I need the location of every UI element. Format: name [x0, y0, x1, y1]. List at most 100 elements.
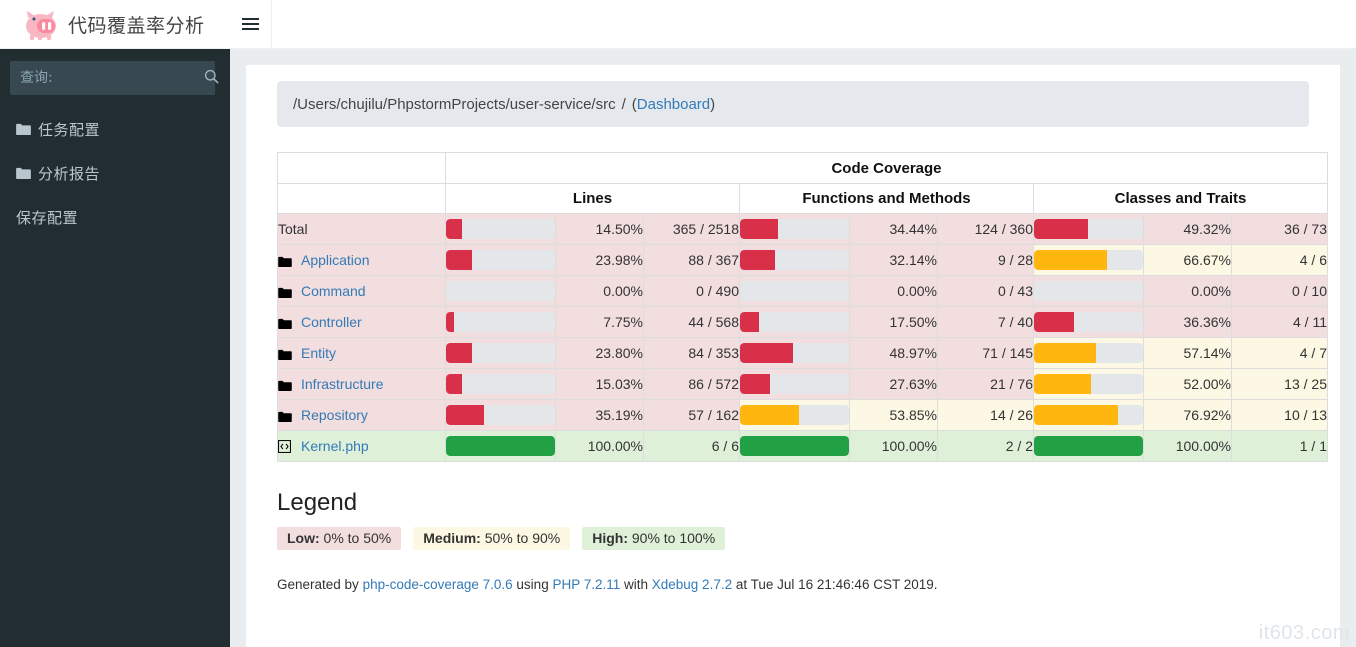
- folder-icon: [278, 287, 294, 298]
- pig-logo-icon: [24, 7, 62, 41]
- row-name-link[interactable]: Entity: [301, 345, 336, 361]
- lines-progress-fill: [446, 312, 455, 332]
- functions-fraction-cell: 124 / 360: [937, 213, 1034, 245]
- folder-icon: [16, 123, 38, 135]
- classes-fraction-cell: 4 / 11: [1231, 306, 1328, 338]
- php-version-link[interactable]: PHP 7.2.11: [552, 577, 620, 592]
- row-name-link[interactable]: Repository: [301, 407, 368, 423]
- functions-percent-cell: 0.00%: [849, 275, 938, 307]
- functions-bar-cell: [739, 306, 850, 338]
- search-input[interactable]: [10, 70, 204, 86]
- row-name-cell: Kernel.php: [277, 430, 446, 462]
- classes-fraction-cell: 1 / 1: [1231, 430, 1328, 462]
- functions-progress: [740, 374, 849, 394]
- classes-fraction-cell: 4 / 6: [1231, 244, 1328, 276]
- classes-bar-cell: [1033, 275, 1144, 307]
- hamburger-icon[interactable]: [230, 0, 272, 48]
- functions-fraction-cell: 14 / 26: [937, 399, 1034, 431]
- classes-bar-cell: [1033, 430, 1144, 462]
- classes-progress-fill: [1034, 436, 1143, 456]
- footer-mid-2: with: [620, 577, 652, 592]
- functions-progress: [740, 312, 849, 332]
- sidebar-item-reports[interactable]: 分析报告: [0, 161, 230, 185]
- classes-fraction-cell: 4 / 7: [1231, 337, 1328, 369]
- row-name-cell: Command: [277, 275, 446, 307]
- lines-fraction-cell: 57 / 162: [643, 399, 740, 431]
- legend-title: Legend: [277, 489, 358, 516]
- classes-progress: [1034, 343, 1143, 363]
- lines-bar-cell: [445, 399, 556, 431]
- header-blank-cell-2: [277, 183, 446, 214]
- functions-progress: [740, 405, 849, 425]
- row-name-link[interactable]: Application: [301, 252, 370, 268]
- legend-section: Legend Low: 0% to 50% Medium: 50% to 90%…: [277, 489, 1309, 550]
- lines-bar-cell: [445, 337, 556, 369]
- lines-progress: [446, 343, 555, 363]
- lines-fraction-cell: 88 / 367: [643, 244, 740, 276]
- sidebar-item-tasks[interactable]: 任务配置: [0, 117, 230, 141]
- legend-label-high: High:: [592, 530, 628, 546]
- row-name-cell: Application: [277, 244, 446, 276]
- classes-progress: [1034, 312, 1143, 332]
- brand-header[interactable]: 代码覆盖率分析: [0, 0, 230, 49]
- legend-badge-low: Low: 0% to 50%: [277, 527, 402, 550]
- lines-progress-fill: [446, 405, 485, 425]
- footer-mid-1: using: [512, 577, 553, 592]
- row-name-link[interactable]: Command: [301, 283, 366, 299]
- functions-bar-cell: [739, 399, 850, 431]
- legend-range-medium: 50% to 90%: [484, 530, 561, 546]
- lines-percent-cell: 23.98%: [555, 244, 644, 276]
- functions-progress-fill: [740, 250, 776, 270]
- php-code-coverage-link[interactable]: php-code-coverage 7.0.6: [363, 577, 513, 592]
- sidebar-item-label: 分析报告: [38, 164, 101, 183]
- table-row: Entity 23.80% 84 / 353 48.97% 71 / 145 57.14%…: [277, 337, 1328, 369]
- lines-fraction-cell: 6 / 6: [643, 430, 740, 462]
- classes-bar-cell: [1033, 368, 1144, 400]
- lines-percent-cell: 7.75%: [555, 306, 644, 338]
- row-name-link[interactable]: Infrastructure: [301, 376, 383, 392]
- row-name-link[interactable]: Controller: [301, 314, 362, 330]
- classes-progress: [1034, 374, 1143, 394]
- search-icon[interactable]: [204, 69, 225, 88]
- functions-percent-cell: 34.44%: [849, 213, 938, 245]
- report-card: /Users/chujilu/PhpstormProjects/user-ser…: [246, 65, 1340, 647]
- brand-title: 代码覆盖率分析: [68, 14, 205, 37]
- functions-bar-cell: [739, 275, 850, 307]
- header-lines: Lines: [445, 183, 740, 214]
- breadcrumb-path: /Users/chujilu/PhpstormProjects/user-ser…: [293, 95, 616, 113]
- row-name-cell: Infrastructure: [277, 368, 446, 400]
- table-header-row-group: Code Coverage: [277, 152, 1328, 184]
- classes-progress-fill: [1034, 250, 1107, 270]
- functions-percent-cell: 53.85%: [849, 399, 938, 431]
- sidebar-search[interactable]: [10, 61, 219, 95]
- classes-progress: [1034, 219, 1143, 239]
- classes-progress: [1034, 281, 1143, 301]
- functions-bar-cell: [739, 244, 850, 276]
- lines-bar-cell: [445, 430, 556, 462]
- xdebug-link[interactable]: Xdebug 2.7.2: [652, 577, 732, 592]
- topbar: [230, 0, 1356, 49]
- lines-progress: [446, 436, 555, 456]
- row-name-link[interactable]: Kernel.php: [301, 438, 369, 454]
- sidebar-item-save-config[interactable]: 保存配置: [0, 205, 230, 229]
- classes-fraction-cell: 10 / 13: [1231, 399, 1328, 431]
- folder-icon: [278, 256, 294, 267]
- classes-fraction-cell: 36 / 73: [1231, 213, 1328, 245]
- footer-suffix: at Tue Jul 16 21:46:46 CST 2019.: [732, 577, 938, 592]
- functions-progress: [740, 281, 849, 301]
- row-name-label: Total: [278, 221, 308, 237]
- legend-row: Low: 0% to 50% Medium: 50% to 90% High: …: [277, 527, 1309, 550]
- classes-fraction-cell: 13 / 25: [1231, 368, 1328, 400]
- lines-progress: [446, 374, 555, 394]
- functions-fraction-cell: 2 / 2: [937, 430, 1034, 462]
- lines-bar-cell: [445, 244, 556, 276]
- dashboard-link[interactable]: Dashboard: [637, 96, 710, 113]
- legend-label-medium: Medium:: [423, 530, 481, 546]
- lines-percent-cell: 15.03%: [555, 368, 644, 400]
- functions-progress: [740, 219, 849, 239]
- table-row: Repository 35.19% 57 / 162 53.85% 14 / 26 76.…: [277, 399, 1328, 431]
- folder-icon: [278, 349, 294, 360]
- row-name-cell: Total: [277, 213, 446, 245]
- lines-progress: [446, 281, 555, 301]
- lines-fraction-cell: 0 / 490: [643, 275, 740, 307]
